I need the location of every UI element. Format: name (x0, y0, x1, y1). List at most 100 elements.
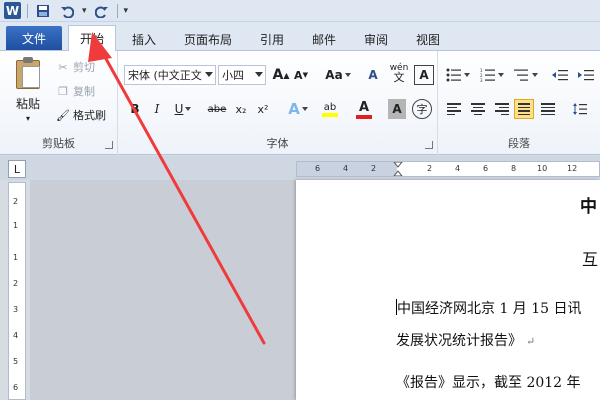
font-launcher-icon[interactable] (425, 141, 433, 149)
undo-icon[interactable] (58, 2, 76, 20)
copy-label: 复制 (73, 85, 95, 98)
grow-font-icon: A (272, 67, 284, 83)
tab-page-layout[interactable]: 页面布局 (176, 28, 240, 50)
doc-title-line: 中 (580, 197, 597, 217)
ruler-tick: 4 (343, 164, 349, 173)
tab-insert[interactable]: 插入 (124, 28, 164, 50)
quick-access-toolbar: W ▾ ▾ (0, 0, 600, 22)
tab-file[interactable]: 文件 (6, 26, 62, 50)
change-case-icon: Aa (325, 68, 343, 82)
clipboard-group: 粘贴 ▾ ✂ 剪切 ❐ 复制 🖌 格式刷 剪贴板 (0, 51, 118, 155)
cut-button[interactable]: ✂ 剪切 (56, 59, 95, 75)
align-center-button[interactable] (468, 99, 488, 119)
qat-separator (27, 3, 28, 18)
undo-dropdown-icon[interactable]: ▾ (82, 6, 87, 16)
ruler-tick: 2 (13, 197, 19, 206)
clipboard-group-label: 剪贴板 (42, 137, 75, 150)
scissors-icon: ✂ (58, 60, 68, 74)
ruler-tick: 4 (455, 164, 461, 173)
tab-references[interactable]: 引用 (252, 28, 292, 50)
change-case-button[interactable]: Aa (324, 65, 352, 85)
ruler-tick: 2 (371, 164, 377, 173)
bullets-button[interactable] (444, 65, 472, 85)
text-effects-button[interactable]: A (284, 99, 312, 119)
line-spacing-button[interactable] (568, 99, 592, 119)
increase-indent-button[interactable] (576, 65, 596, 85)
font-name-combo[interactable]: 宋体 (中文正文 (124, 65, 216, 85)
tab-view[interactable]: 视图 (408, 28, 448, 50)
document-page[interactable]: 中 互 中国经济网北京 1 月 15 日讯 发展状况统计报告》 ↵ 《报告》显示，… (296, 180, 600, 400)
phonetic-guide-button[interactable]: wén 文 (388, 63, 410, 84)
align-right-button[interactable] (492, 99, 512, 119)
ruler-tick: 5 (13, 357, 19, 366)
ruler-tick: 2 (13, 279, 19, 288)
align-left-button[interactable] (444, 99, 464, 119)
increase-indent-icon (578, 70, 594, 81)
paste-button[interactable]: 粘贴 ▾ (14, 57, 42, 123)
ribbon-tabs: 文件 开始 插入 页面布局 引用 邮件 审阅 视图 (0, 22, 600, 51)
redo-icon[interactable] (93, 2, 111, 20)
numbering-button[interactable]: 123 (478, 65, 506, 85)
paragraph-group: 123 段落 (438, 51, 600, 155)
save-icon[interactable] (34, 2, 52, 20)
format-painter-label: 格式刷 (73, 109, 106, 122)
font-size-combo[interactable]: 小四 (218, 65, 266, 85)
font-size-value: 小四 (222, 69, 244, 82)
font-group-label: 字体 (266, 137, 289, 150)
highlight-button[interactable]: ab (316, 99, 344, 119)
paste-dropdown-icon[interactable]: ▾ (26, 114, 30, 123)
ruler-tick: 8 (511, 164, 517, 173)
font-name-value: 宋体 (中文正文 (128, 69, 202, 82)
multilevel-list-icon (514, 69, 528, 81)
tab-selector-icon[interactable]: L (8, 160, 26, 178)
subscript-button[interactable]: x₂ (232, 99, 250, 119)
ruler-tick: 10 (537, 164, 548, 173)
clear-format-button[interactable]: A (362, 65, 384, 85)
tab-home[interactable]: 开始 (68, 25, 116, 51)
bold-button[interactable]: B (126, 99, 144, 119)
strikethrough-button[interactable]: abe (204, 99, 230, 119)
copy-icon: ❐ (58, 84, 68, 98)
shrink-font-button[interactable]: A ▼ (292, 65, 310, 85)
paste-icon (14, 57, 42, 89)
ribbon-home: 粘贴 ▾ ✂ 剪切 ❐ 复制 🖌 格式刷 剪贴板 宋体 (中文正文 小四 A ▲ … (0, 51, 600, 155)
font-color-swatch (356, 114, 372, 119)
underline-label: U (174, 102, 184, 116)
clipboard-launcher-icon[interactable] (105, 141, 113, 149)
superscript-button[interactable]: x² (254, 99, 272, 119)
format-painter-button[interactable]: 🖌 格式刷 (56, 107, 106, 123)
highlight-icon: ab (323, 101, 337, 113)
bullets-icon (446, 68, 461, 82)
ruler-tick: 12 (567, 164, 578, 173)
underline-button[interactable]: U (170, 99, 196, 119)
horizontal-ruler[interactable]: 6 4 2 2 4 6 8 10 12 (296, 161, 600, 177)
italic-button[interactable]: I (148, 99, 166, 119)
tab-mailings[interactable]: 邮件 (304, 28, 344, 50)
enclose-characters-button[interactable]: 字 (412, 99, 432, 119)
ruler-tick: 1 (13, 221, 19, 230)
word-logo-icon[interactable]: W (4, 2, 21, 19)
distributed-button[interactable] (538, 99, 558, 119)
multilevel-list-button[interactable] (512, 65, 540, 85)
tab-review[interactable]: 审阅 (356, 28, 396, 50)
doc-text: 中国经济网北京 1 月 15 日讯 (397, 301, 582, 317)
vertical-ruler[interactable]: 2 1 1 2 3 4 5 6 (8, 182, 26, 400)
ruler-tick: 2 (427, 164, 433, 173)
ruler-tick: 6 (13, 383, 19, 392)
character-border-button[interactable]: A (414, 65, 434, 85)
decrease-indent-button[interactable] (550, 65, 570, 85)
font-color-button[interactable]: A (350, 99, 378, 119)
copy-button[interactable]: ❐ 复制 (56, 83, 95, 99)
decrease-indent-icon (552, 70, 568, 81)
customize-qat-icon[interactable]: ▾ (124, 6, 129, 16)
character-shading-button[interactable]: A (388, 99, 406, 119)
doc-text: 发展状况统计报告》 (396, 333, 522, 349)
font-name-dropdown-icon[interactable] (205, 72, 213, 77)
font-group: 宋体 (中文正文 小四 A ▲ A ▼ Aa A wén 文 A B I U abe… (118, 51, 438, 155)
indent-marker-icon[interactable] (393, 162, 403, 176)
ruler-tick: 1 (13, 253, 19, 262)
paste-label: 粘贴 (15, 97, 40, 111)
grow-font-button[interactable]: A ▲ (272, 65, 290, 85)
font-size-dropdown-icon[interactable] (255, 72, 263, 77)
justify-button[interactable] (514, 99, 534, 119)
